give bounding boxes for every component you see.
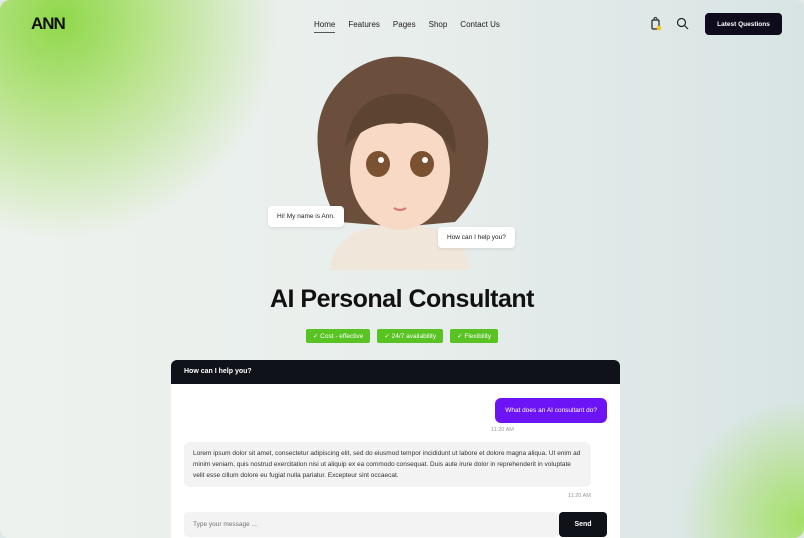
shopping-bag-icon[interactable] [650, 17, 662, 31]
tag-label: Cost - effective [320, 333, 364, 340]
nav-contact[interactable]: Contact Us [460, 20, 500, 33]
bot-message-time: 11:20 AM [568, 493, 591, 499]
nav-features[interactable]: Features [348, 20, 380, 33]
page-title: AI Personal Consultant [269, 285, 535, 313]
tag-cost-effective: ✓ Cost - effective [305, 329, 371, 343]
greeting-bubble: Hi! My name is Ann. [268, 206, 344, 227]
send-button[interactable]: Send [559, 512, 607, 537]
bot-message: Lorem ipsum dolor sit amet, consectetur … [184, 442, 591, 487]
tag-label: 24/7 availability [391, 333, 437, 340]
tag-flexibility: ✓ Flexibility [450, 329, 499, 343]
header-icons [650, 17, 689, 31]
user-message: What does an AI consultant do? [495, 398, 607, 423]
search-icon[interactable] [676, 17, 689, 30]
nav-home[interactable]: Home [314, 20, 336, 33]
chat-header: How can I help you? [171, 360, 620, 384]
tag-availability: ✓ 24/7 availability [377, 329, 444, 343]
logo[interactable]: ANN [31, 14, 66, 34]
user-message-time: 11:20 AM [491, 427, 514, 433]
nav-shop[interactable]: Shop [429, 20, 448, 33]
feature-tags: ✓ Cost - effective ✓ 24/7 availability ✓… [0, 329, 804, 343]
tag-label: Flexibility [464, 333, 492, 340]
page: ANN Home Features Pages Shop Contact Us … [0, 0, 804, 538]
nav-pages[interactable]: Pages [393, 20, 416, 33]
help-bubble: How can I help you? [438, 227, 515, 248]
message-input[interactable] [184, 512, 559, 537]
latest-questions-button[interactable]: Latest Questions [705, 13, 782, 35]
chat-panel: How can I help you? What does an AI cons… [171, 360, 620, 538]
main-nav: Home Features Pages Shop Contact Us [314, 20, 500, 33]
